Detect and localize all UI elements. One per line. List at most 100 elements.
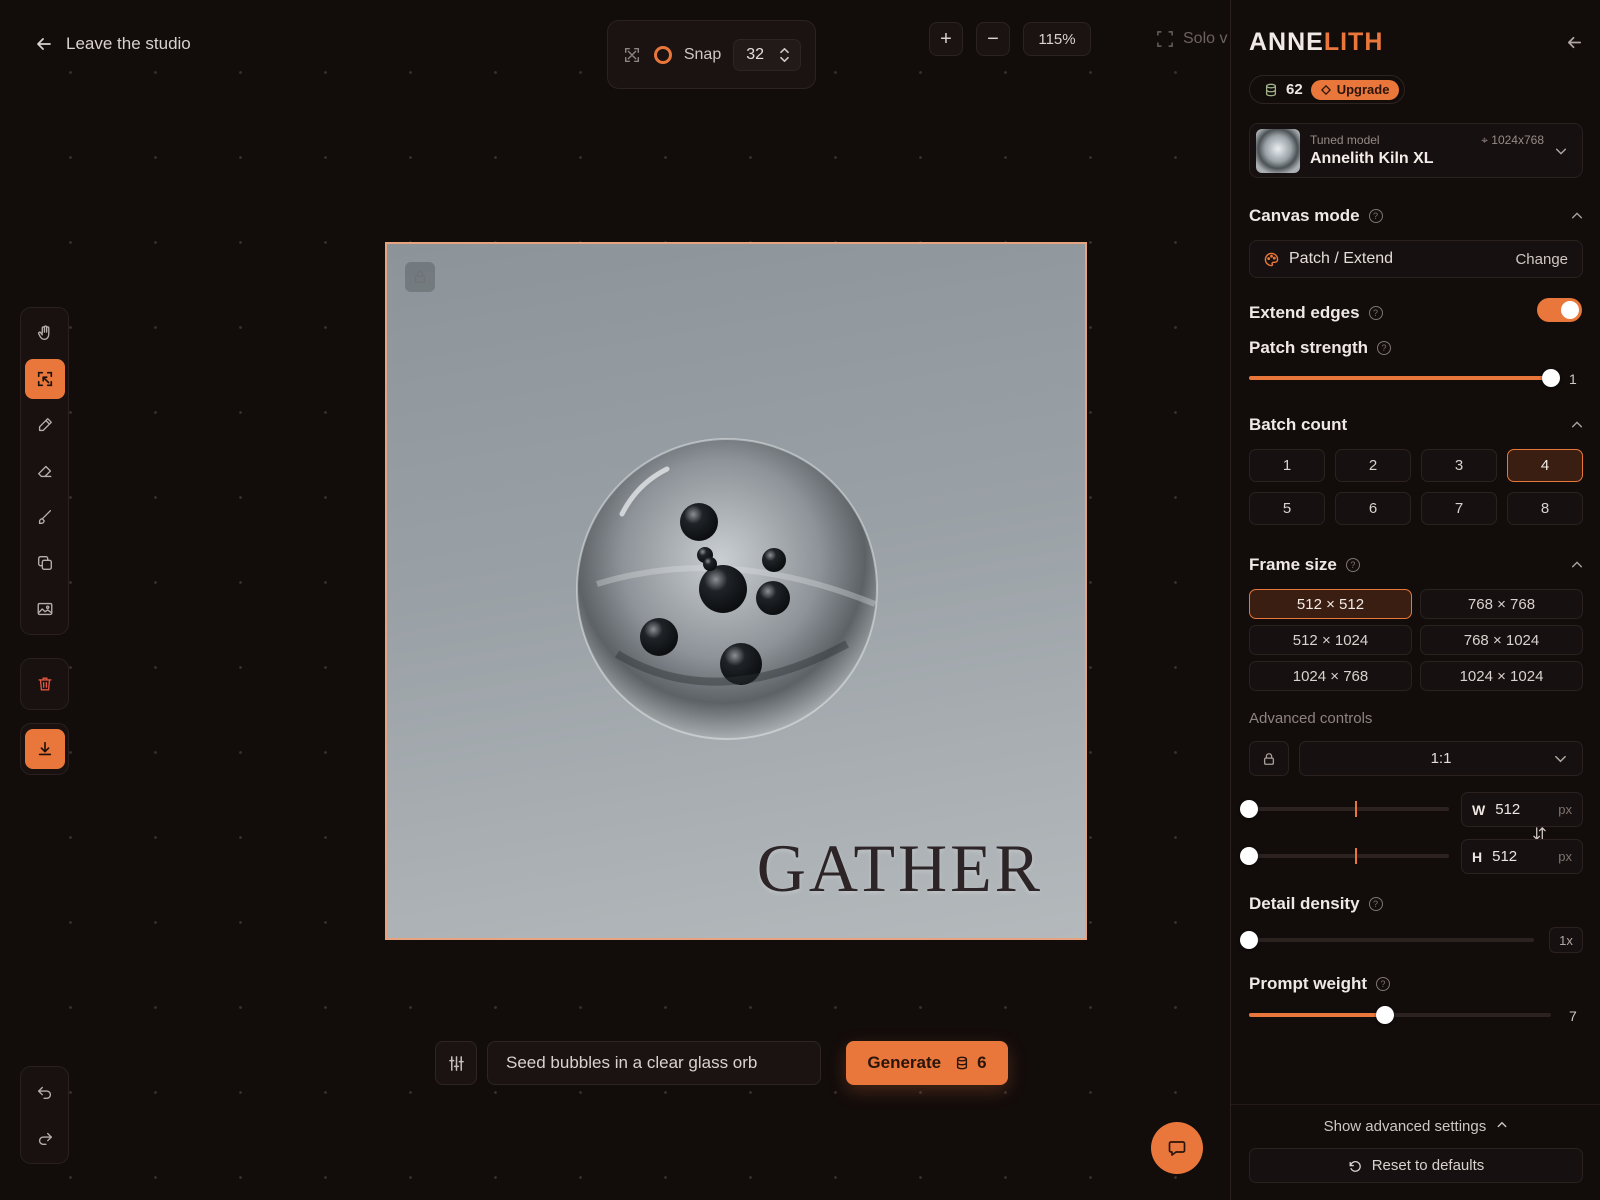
slider-knob[interactable] [1542,369,1560,387]
slider-knob[interactable] [1240,931,1258,949]
batch-count-option[interactable]: 3 [1421,449,1497,482]
brush-tool[interactable] [25,497,65,537]
redo-button[interactable] [25,1118,65,1158]
snap-toggle-ring[interactable] [653,45,672,64]
upgrade-label: Upgrade [1336,82,1390,97]
duplicate-tool[interactable] [25,543,65,583]
patch-strength-value: 1 [1569,371,1577,387]
pen-tool[interactable] [25,405,65,445]
width-value[interactable]: 512 [1495,801,1520,818]
frame-size-option[interactable]: 512 × 1024 [1249,625,1412,655]
sliders-icon [448,1055,464,1071]
hand-tool[interactable] [25,313,65,353]
solo-view-label: Solo v [1183,30,1228,47]
extend-edges-toggle[interactable] [1537,298,1582,322]
zoom-level[interactable]: 115% [1023,22,1091,56]
solo-view-button[interactable]: Solo v [1157,30,1230,48]
canvas-mode-heading: Canvas mode ? [1249,206,1383,226]
credits-count: 62 [1286,81,1303,98]
model-caption: Tuned model [1310,133,1380,147]
slider-fill [1249,376,1551,380]
slider-knob[interactable] [1240,847,1258,865]
aspect-ratio-select[interactable]: 1:1 [1299,741,1583,776]
generate-button[interactable]: Generate 6 [846,1041,1008,1085]
arrow-left-icon [37,38,51,50]
trash-icon [37,677,52,691]
model-resolution: ⌖ 1024x768 [1481,133,1544,147]
fit-frame-icon[interactable] [622,45,642,65]
zoom-out-button[interactable]: − [976,22,1010,56]
tool-palette [20,307,69,635]
frame-lock-badge[interactable] [405,262,435,292]
height-slider[interactable] [1240,847,1449,865]
generate-cost: 6 [955,1053,987,1073]
chat-button[interactable] [1151,1122,1203,1174]
patch-strength-slider[interactable] [1249,369,1560,387]
palette-icon [1264,252,1279,266]
leave-studio-link[interactable]: Leave the studio [34,34,191,54]
chevron-up-icon[interactable] [1570,558,1584,572]
width-slider[interactable] [1240,800,1449,818]
ratio-lock-button[interactable] [1249,741,1289,776]
upgrade-button[interactable]: Upgrade [1310,79,1400,100]
width-field[interactable]: W 512 px [1461,792,1583,827]
help-icon[interactable]: ? [1368,306,1383,320]
batch-count-option[interactable]: 5 [1249,492,1325,525]
slider-knob[interactable] [1240,800,1258,818]
snap-label: Snap [683,45,722,63]
batch-count-option[interactable]: 4 [1507,449,1583,482]
height-unit: px [1558,849,1572,864]
slider-knob[interactable] [1376,1006,1394,1024]
stepper-arrows-icon[interactable] [779,47,790,63]
eraser-tool[interactable] [25,451,65,491]
chevron-down-icon [1555,148,1567,155]
select-frame-icon [37,371,52,387]
frame-size-option[interactable]: 512 × 512 [1249,589,1412,619]
batch-count-option[interactable]: 6 [1335,492,1411,525]
frame-size-option[interactable]: 1024 × 768 [1249,661,1412,691]
settings-panel: ANNELITH 62 Upgrade Tuned model ⌖ 1024x7… [1230,0,1600,1200]
zoom-in-button[interactable]: + [929,22,963,56]
frame-size-option[interactable]: 1024 × 1024 [1420,661,1583,691]
batch-count-option[interactable]: 2 [1335,449,1411,482]
help-icon[interactable]: ? [1377,341,1392,355]
batch-count-option[interactable]: 7 [1421,492,1497,525]
prompt-settings-button[interactable] [435,1041,477,1085]
help-icon[interactable]: ? [1345,558,1360,572]
model-name: Annelith Kiln XL [1310,150,1434,167]
undo-button[interactable] [25,1072,65,1112]
canvas-area[interactable]: Leave the studio Snap 32 + − 115% Solo v [0,0,1230,1200]
snap-stepper[interactable]: 32 [733,38,801,71]
detail-density-slider[interactable] [1240,931,1534,949]
select-tool[interactable] [24,359,65,399]
help-icon[interactable]: ? [1368,897,1383,911]
prompt-weight-title: Prompt weight [1249,974,1368,993]
collapse-panel-button[interactable] [1565,33,1584,57]
frame-size-option[interactable]: 768 × 1024 [1420,625,1583,655]
prompt-input[interactable] [487,1041,821,1085]
image-tool[interactable] [25,589,65,629]
reset-defaults-button[interactable]: Reset to defaults [1249,1148,1583,1183]
detail-density-title: Detail density [1249,894,1360,913]
chevron-up-icon[interactable] [1570,418,1584,432]
show-advanced-button[interactable]: Show advanced settings [1231,1118,1600,1135]
brand-first: ANNE [1249,28,1324,56]
batch-count-option[interactable]: 1 [1249,449,1325,482]
help-icon[interactable]: ? [1376,977,1391,991]
prompt-weight-slider[interactable] [1249,1006,1551,1024]
model-selector[interactable]: Tuned model ⌖ 1024x768 Annelith Kiln XL [1249,123,1583,178]
chevron-up-icon[interactable] [1570,209,1584,223]
batch-count-option[interactable]: 8 [1507,492,1583,525]
redo-icon [38,1132,52,1145]
change-mode-button[interactable]: Change [1515,251,1568,268]
download-button[interactable] [24,729,65,769]
help-icon[interactable]: ? [1368,209,1383,223]
frame-size-option[interactable]: 768 × 768 [1420,589,1583,619]
width-label: W [1472,801,1486,818]
delete-button[interactable] [25,664,65,704]
image-frame[interactable]: GATHER [385,242,1087,940]
patch-strength-title: Patch strength [1249,338,1369,357]
height-value[interactable]: 512 [1492,848,1517,865]
height-field[interactable]: H 512 px [1461,839,1583,874]
aspect-ratio-value: 1:1 [1430,750,1452,767]
